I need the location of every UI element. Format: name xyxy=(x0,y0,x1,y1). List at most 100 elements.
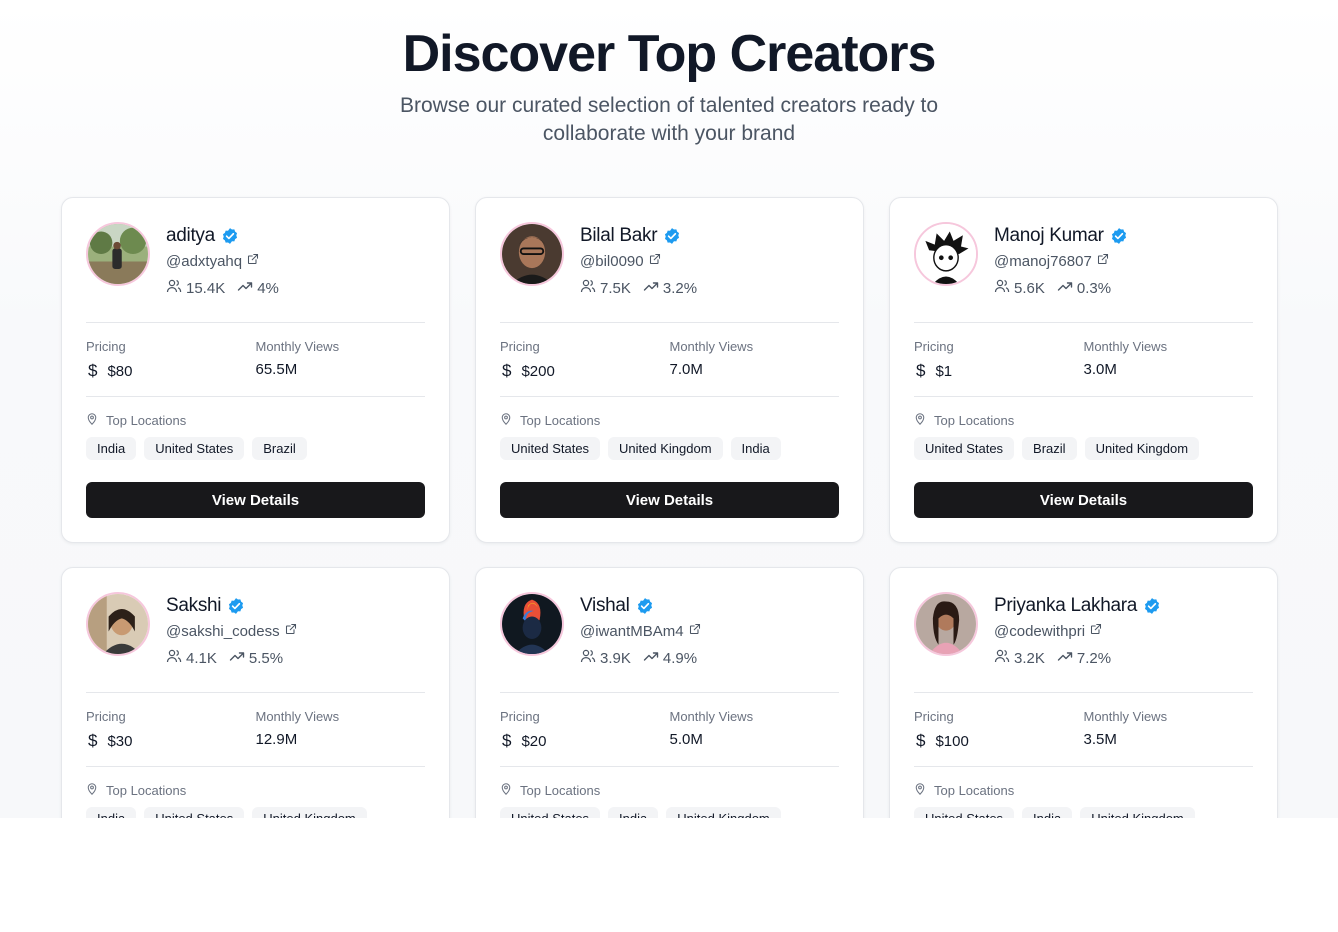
creator-handle[interactable]: @adxtyahq xyxy=(166,253,242,270)
hero: Discover Top Creators Browse our curated… xyxy=(0,0,1338,148)
view-details-button[interactable]: View Details xyxy=(86,482,425,518)
handle-link[interactable]: @bil0090 xyxy=(580,250,709,272)
metrics: Pricing $ $80 Monthly Views 65.5M xyxy=(86,323,425,396)
monthly-views-label: Monthly Views xyxy=(1083,709,1168,724)
page-viewport: Discover Top Creators Browse our curated… xyxy=(0,0,1338,818)
pricing-metric: Pricing $ $200 xyxy=(500,339,670,380)
creator-identity: Sakshi @sakshi_codess 4.1K 5.5% xyxy=(166,592,297,668)
verified-badge-icon xyxy=(1110,227,1128,245)
external-link-icon[interactable] xyxy=(1092,252,1109,270)
creator-handle[interactable]: @bil0090 xyxy=(580,253,644,270)
external-link-icon[interactable] xyxy=(242,252,259,270)
views-metric: Monthly Views 3.0M xyxy=(1084,339,1254,380)
followers-stat: 15.4K xyxy=(166,278,225,298)
location-chip: United Kingdom xyxy=(252,807,367,818)
creator-handle[interactable]: @codewithpri xyxy=(994,623,1085,640)
name-row: Bilal Bakr xyxy=(580,222,709,250)
avatar[interactable] xyxy=(86,222,150,286)
view-details-button[interactable]: View Details xyxy=(500,482,839,518)
handle-link[interactable]: @codewithpri xyxy=(994,620,1161,642)
monthly-views-label: Monthly Views xyxy=(255,709,340,724)
engagement-stat: 0.3% xyxy=(1057,278,1111,298)
creator-handle[interactable]: @manoj76807 xyxy=(994,253,1092,270)
top-locations-label: Top Locations xyxy=(520,783,601,798)
monthly-views-value: 12.9M xyxy=(255,731,298,748)
creator-card: Sakshi @sakshi_codess 4.1K 5.5% Pricing … xyxy=(61,567,450,818)
location-chip: India xyxy=(730,437,781,460)
top-locations-heading: Top Locations xyxy=(914,413,1253,428)
pricing-label: Pricing xyxy=(914,709,954,724)
trending-up-icon xyxy=(229,648,249,668)
engagement-stat: 7.2% xyxy=(1057,648,1111,668)
creator-card: Vishal @iwantMBAm4 3.9K 4.9% Pricing $ $… xyxy=(475,567,864,818)
engagement-rate: 0.3% xyxy=(1076,279,1112,297)
views-metric: Monthly Views 65.5M xyxy=(256,339,426,380)
creator-name: Vishal xyxy=(580,595,630,616)
engagement-stat: 5.5% xyxy=(229,648,283,668)
trending-up-icon xyxy=(237,278,257,298)
location-chip: India xyxy=(86,437,137,460)
pricing-metric: Pricing $ $1 xyxy=(914,339,1084,380)
price-value: $30 xyxy=(107,732,133,750)
external-link-icon[interactable] xyxy=(644,252,661,270)
trending-up-icon xyxy=(1057,278,1077,298)
location-chip: United States xyxy=(500,807,601,818)
creator-name: Sakshi xyxy=(166,595,222,616)
creator-identity: Manoj Kumar @manoj76807 5.6K 0.3% xyxy=(994,222,1128,298)
followers-stat: 3.9K xyxy=(580,648,631,668)
external-link-icon[interactable] xyxy=(280,622,297,640)
top-locations-heading: Top Locations xyxy=(86,783,425,798)
creator-card: Priyanka Lakhara @codewithpri 3.2K 7.2% xyxy=(889,567,1278,818)
followers-count: 7.5K xyxy=(600,279,631,297)
followers-count: 5.6K xyxy=(1014,279,1045,297)
location-chips: India United States United Kingdom xyxy=(86,807,425,818)
creator-identity: aditya @adxtyahq 15.4K 4% xyxy=(166,222,291,298)
view-details-button[interactable]: View Details xyxy=(914,482,1253,518)
creator-handle[interactable]: @iwantMBAm4 xyxy=(580,623,684,640)
top-locations-label: Top Locations xyxy=(520,413,601,428)
price-value: $1 xyxy=(935,362,953,380)
verified-badge-icon xyxy=(1143,597,1161,615)
location-chip: India xyxy=(1022,807,1073,818)
engagement-rate: 4% xyxy=(257,279,279,297)
creator-handle[interactable]: @sakshi_codess xyxy=(166,623,280,640)
handle-link[interactable]: @adxtyahq xyxy=(166,250,291,272)
handle-link[interactable]: @sakshi_codess xyxy=(166,620,297,642)
top-locations-heading: Top Locations xyxy=(914,783,1253,798)
avatar[interactable] xyxy=(86,592,150,656)
map-pin-icon xyxy=(914,413,934,428)
name-row: aditya xyxy=(166,222,291,250)
engagement-stat: 4% xyxy=(237,278,279,298)
verified-badge-icon xyxy=(663,227,681,245)
users-icon xyxy=(580,648,600,668)
users-icon xyxy=(994,278,1014,298)
name-row: Manoj Kumar xyxy=(994,222,1128,250)
engagement-stat: 3.2% xyxy=(643,278,697,298)
location-chips: United States Brazil United Kingdom xyxy=(914,437,1253,460)
engagement-rate: 4.9% xyxy=(662,649,698,667)
page-title: Discover Top Creators xyxy=(402,25,937,83)
external-link-icon[interactable] xyxy=(1085,622,1102,640)
price-value: $200 xyxy=(521,362,555,380)
map-pin-icon xyxy=(86,783,106,798)
creator-card: Bilal Bakr @bil0090 7.5K 3.2% Pricing $ … xyxy=(475,197,864,543)
creator-stats: 15.4K 4% xyxy=(166,278,291,298)
external-link-icon[interactable] xyxy=(684,622,701,640)
dollar-icon: $ xyxy=(88,731,98,750)
avatar[interactable] xyxy=(914,222,978,286)
top-locations-label: Top Locations xyxy=(106,783,187,798)
avatar[interactable] xyxy=(500,222,564,286)
users-icon xyxy=(580,278,600,298)
creator-header: aditya @adxtyahq 15.4K 4% xyxy=(86,222,425,322)
handle-link[interactable]: @iwantMBAm4 xyxy=(580,620,709,642)
name-row: Vishal xyxy=(580,592,709,620)
metrics: Pricing $ $30 Monthly Views 12.9M xyxy=(86,693,425,766)
avatar[interactable] xyxy=(914,592,978,656)
creator-grid: aditya @adxtyahq 15.4K 4% Pricing $ $80 … xyxy=(61,197,1278,818)
page-subtitle: Browse our curated selection of talented… xyxy=(399,94,939,145)
handle-link[interactable]: @manoj76807 xyxy=(994,250,1128,272)
top-locations: Top Locations United States India United K… xyxy=(500,767,839,818)
avatar[interactable] xyxy=(500,592,564,656)
pricing-label: Pricing xyxy=(86,339,126,354)
top-locations-label: Top Locations xyxy=(934,413,1015,428)
